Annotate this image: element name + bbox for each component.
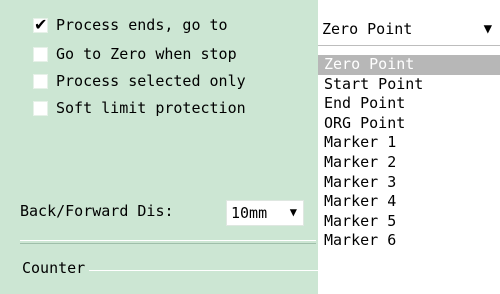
- option-marker-3[interactable]: Marker 3: [318, 173, 500, 193]
- process-ends-option[interactable]: ✔ Process ends, go to: [33, 14, 228, 36]
- target-point-value: Zero Point: [322, 20, 413, 38]
- option-marker-6[interactable]: Marker 6: [318, 231, 500, 251]
- counter-groupbox-line: [88, 270, 318, 271]
- process-selected-checkbox[interactable]: [33, 73, 48, 89]
- back-forward-value: 10mm: [231, 204, 268, 222]
- option-start-point[interactable]: Start Point: [318, 75, 500, 95]
- process-selected-option[interactable]: Process selected only: [33, 70, 246, 92]
- option-marker-4[interactable]: Marker 4: [318, 192, 500, 212]
- divider-shadow: [20, 243, 316, 244]
- option-marker-5[interactable]: Marker 5: [318, 212, 500, 232]
- go-to-zero-label: Go to Zero when stop: [56, 45, 237, 63]
- settings-panel: ✔ Process ends, go to Go to Zero when st…: [0, 0, 318, 294]
- process-ends-label: Process ends, go to: [56, 16, 228, 34]
- option-marker-1[interactable]: Marker 1: [318, 133, 500, 153]
- option-zero-point[interactable]: Zero Point: [318, 55, 500, 75]
- process-selected-label: Process selected only: [56, 72, 246, 90]
- option-org-point[interactable]: ORG Point: [318, 114, 500, 134]
- option-marker-2[interactable]: Marker 2: [318, 153, 500, 173]
- soft-limit-checkbox[interactable]: [33, 100, 48, 116]
- process-ends-checkbox[interactable]: ✔: [33, 14, 48, 34]
- counter-groupbox-label: Counter: [22, 259, 90, 277]
- go-to-zero-checkbox[interactable]: [33, 46, 48, 62]
- soft-limit-option[interactable]: Soft limit protection: [33, 97, 246, 119]
- check-icon: ✔: [34, 14, 48, 34]
- go-to-zero-option[interactable]: Go to Zero when stop: [33, 43, 237, 65]
- back-forward-label: Back/Forward Dis:: [20, 202, 174, 220]
- chevron-down-icon: ▼: [289, 205, 297, 219]
- option-end-point[interactable]: End Point: [318, 94, 500, 114]
- target-point-options-list: Zero Point Start Point End Point ORG Poi…: [318, 55, 500, 294]
- divider: [20, 240, 316, 241]
- target-point-select[interactable]: Zero Point ▼: [318, 14, 500, 46]
- soft-limit-label: Soft limit protection: [56, 99, 246, 117]
- chevron-down-icon[interactable]: ▼: [484, 21, 492, 37]
- back-forward-select[interactable]: 10mm ▼: [226, 200, 304, 226]
